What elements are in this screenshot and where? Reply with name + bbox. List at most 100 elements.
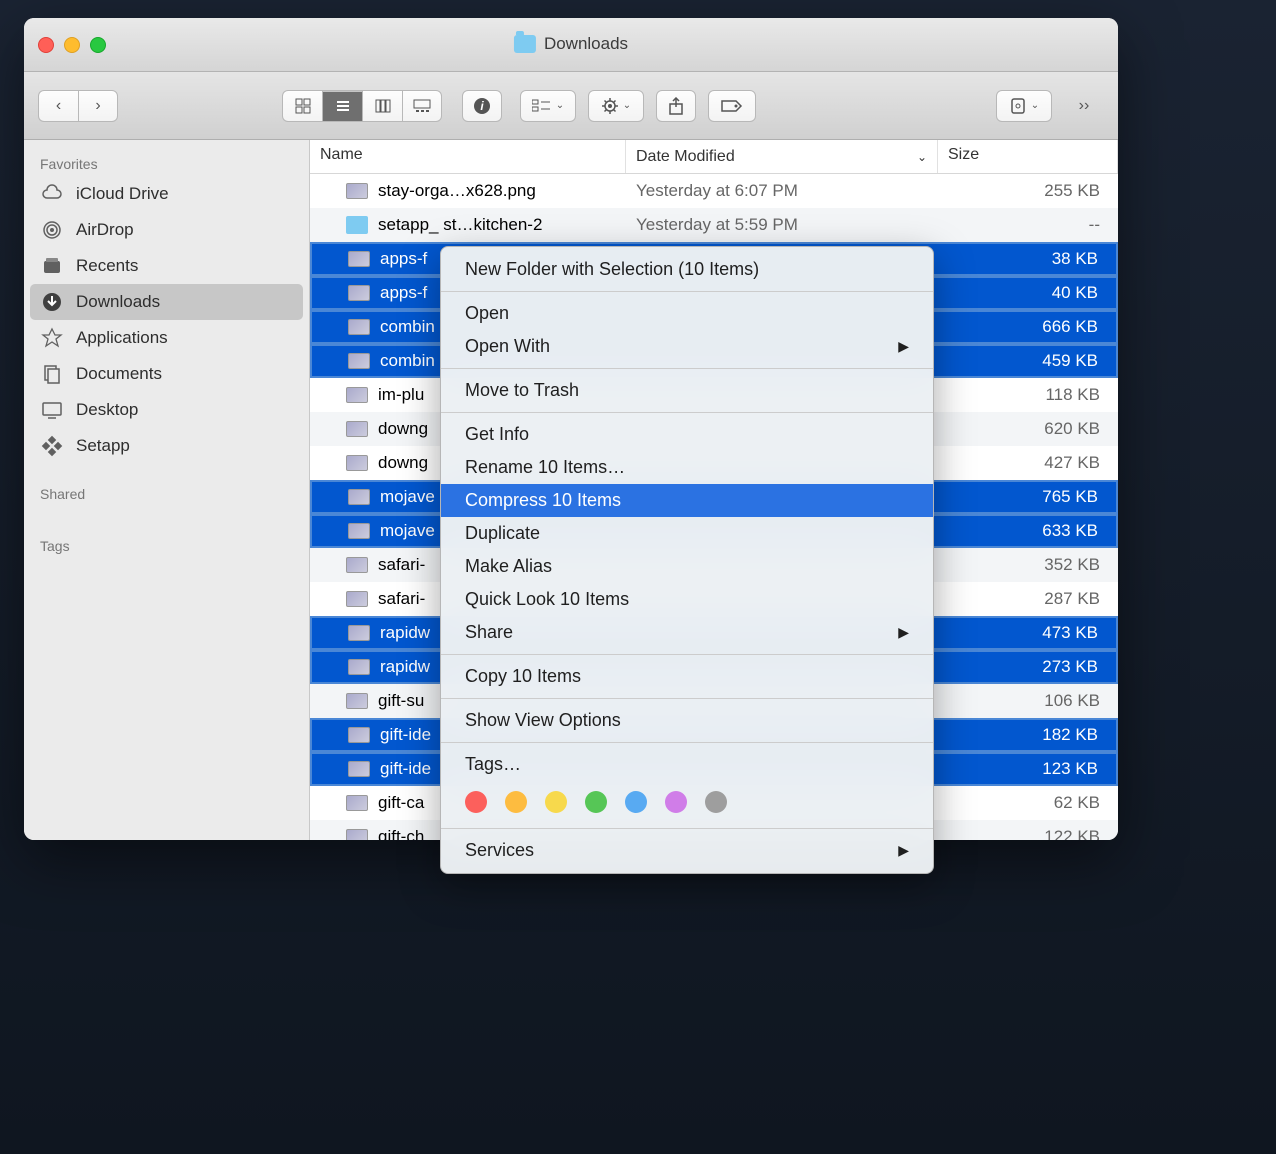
file-size: 40 KB <box>940 283 1116 303</box>
setapp-icon <box>40 434 64 458</box>
tag-color-dot[interactable] <box>465 791 487 813</box>
tags-header: Tags <box>24 530 309 558</box>
back-button[interactable]: ‹ <box>38 90 78 122</box>
image-file-icon <box>348 727 370 743</box>
share-button[interactable] <box>656 90 696 122</box>
menu-separator <box>441 412 933 413</box>
file-name: rapidw <box>380 657 430 677</box>
menu-item-tags-[interactable]: Tags… <box>441 748 933 781</box>
menu-separator <box>441 654 933 655</box>
menu-item-share[interactable]: Share ▶ <box>441 616 933 649</box>
file-name: apps-f <box>380 249 427 269</box>
image-file-icon <box>346 693 368 709</box>
file-size: 620 KB <box>938 419 1118 439</box>
file-name: gift-ide <box>380 759 431 779</box>
file-name: gift-ca <box>378 793 424 813</box>
menu-item-quick-look-10-items[interactable]: Quick Look 10 Items <box>441 583 933 616</box>
file-size: 38 KB <box>940 249 1116 269</box>
downloads-icon <box>40 290 64 314</box>
overflow-button[interactable]: ›› <box>1064 90 1104 122</box>
action-button[interactable]: ⌄ <box>588 90 644 122</box>
submenu-arrow-icon: ▶ <box>898 842 909 859</box>
menu-item-open-with[interactable]: Open With▶ <box>441 330 933 363</box>
sidebar-item-desktop[interactable]: Desktop <box>24 392 309 428</box>
name-column-header[interactable]: Name <box>310 140 626 173</box>
dropbox-button[interactable]: ⌄ <box>996 90 1052 122</box>
menu-item-move-to-trash[interactable]: Move to Trash <box>441 374 933 407</box>
menu-item-get-info[interactable]: Get Info <box>441 418 933 451</box>
minimize-icon[interactable] <box>64 37 80 53</box>
menu-separator <box>441 291 933 292</box>
forward-button[interactable]: › <box>78 90 118 122</box>
tag-color-dot[interactable] <box>665 791 687 813</box>
sidebar-item-setapp[interactable]: Setapp <box>24 428 309 464</box>
tag-color-dot[interactable] <box>625 791 647 813</box>
sidebar-item-label: AirDrop <box>76 220 134 240</box>
file-size: 352 KB <box>938 555 1118 575</box>
list-view-button[interactable] <box>322 90 362 122</box>
icon-view-button[interactable] <box>282 90 322 122</box>
image-file-icon <box>348 659 370 675</box>
airdrop-icon <box>40 218 64 242</box>
menu-item-label: Open <box>465 303 509 324</box>
image-file-icon <box>346 183 368 199</box>
menu-item-label: Copy 10 Items <box>465 666 581 687</box>
traffic-lights <box>38 37 106 53</box>
menu-item-show-view-options[interactable]: Show View Options <box>441 704 933 737</box>
folder-icon <box>346 216 368 234</box>
image-file-icon <box>348 285 370 301</box>
menu-item-new-folder-with-selection-10-items-[interactable]: New Folder with Selection (10 Items) <box>441 253 933 286</box>
nav-buttons: ‹ › <box>38 90 118 122</box>
file-row[interactable]: stay-orga…x628.pngYesterday at 6:07 PM25… <box>310 174 1118 208</box>
file-size: 255 KB <box>938 181 1118 201</box>
sidebar-item-recents[interactable]: Recents <box>24 248 309 284</box>
image-file-icon <box>348 251 370 267</box>
sidebar-item-label: Recents <box>76 256 138 276</box>
file-name: combin <box>380 351 435 371</box>
file-name: mojave <box>380 521 435 541</box>
services-menu-item[interactable]: Services ▶ <box>441 834 933 867</box>
tag-color-dot[interactable] <box>545 791 567 813</box>
sidebar-item-airdrop[interactable]: AirDrop <box>24 212 309 248</box>
menu-item-label: Make Alias <box>465 556 552 577</box>
sidebar-item-applications[interactable]: Applications <box>24 320 309 356</box>
sidebar-item-documents[interactable]: Documents <box>24 356 309 392</box>
file-size: 123 KB <box>940 759 1116 779</box>
menu-item-compress-10-items[interactable]: Compress 10 Items <box>441 484 933 517</box>
date-column-header[interactable]: Date Modified ⌄ <box>626 140 938 173</box>
file-row[interactable]: setapp_ st…kitchen-2Yesterday at 5:59 PM… <box>310 208 1118 242</box>
gallery-view-button[interactable] <box>402 90 442 122</box>
sidebar-item-label: Applications <box>76 328 168 348</box>
menu-item-copy-10-items[interactable]: Copy 10 Items <box>441 660 933 693</box>
file-size: 459 KB <box>940 351 1116 371</box>
submenu-arrow-icon: ▶ <box>898 624 909 641</box>
sidebar-item-label: Documents <box>76 364 162 384</box>
column-view-button[interactable] <box>362 90 402 122</box>
menu-item-label: Share <box>465 622 513 643</box>
tag-color-dot[interactable] <box>705 791 727 813</box>
tags-button[interactable] <box>708 90 756 122</box>
column-headers: Name Date Modified ⌄ Size <box>310 140 1118 174</box>
file-name: safari- <box>378 555 425 575</box>
menu-item-open[interactable]: Open <box>441 297 933 330</box>
sidebar-item-icloud-drive[interactable]: iCloud Drive <box>24 176 309 212</box>
file-size: 633 KB <box>940 521 1116 541</box>
submenu-arrow-icon: ▶ <box>898 338 909 355</box>
sidebar-item-label: Setapp <box>76 436 130 456</box>
sidebar-item-downloads[interactable]: Downloads <box>30 284 303 320</box>
size-column-header[interactable]: Size <box>938 140 1118 173</box>
desktop-icon <box>40 398 64 422</box>
menu-item-make-alias[interactable]: Make Alias <box>441 550 933 583</box>
menu-item-rename-10-items-[interactable]: Rename 10 Items… <box>441 451 933 484</box>
image-file-icon <box>348 319 370 335</box>
tag-color-dot[interactable] <box>505 791 527 813</box>
file-size: 473 KB <box>940 623 1116 643</box>
menu-item-duplicate[interactable]: Duplicate <box>441 517 933 550</box>
group-button[interactable]: ⌄ <box>520 90 576 122</box>
image-file-icon <box>348 625 370 641</box>
close-icon[interactable] <box>38 37 54 53</box>
zoom-icon[interactable] <box>90 37 106 53</box>
menu-item-label: Compress 10 Items <box>465 490 621 511</box>
tag-color-dot[interactable] <box>585 791 607 813</box>
info-button[interactable]: i <box>462 90 502 122</box>
